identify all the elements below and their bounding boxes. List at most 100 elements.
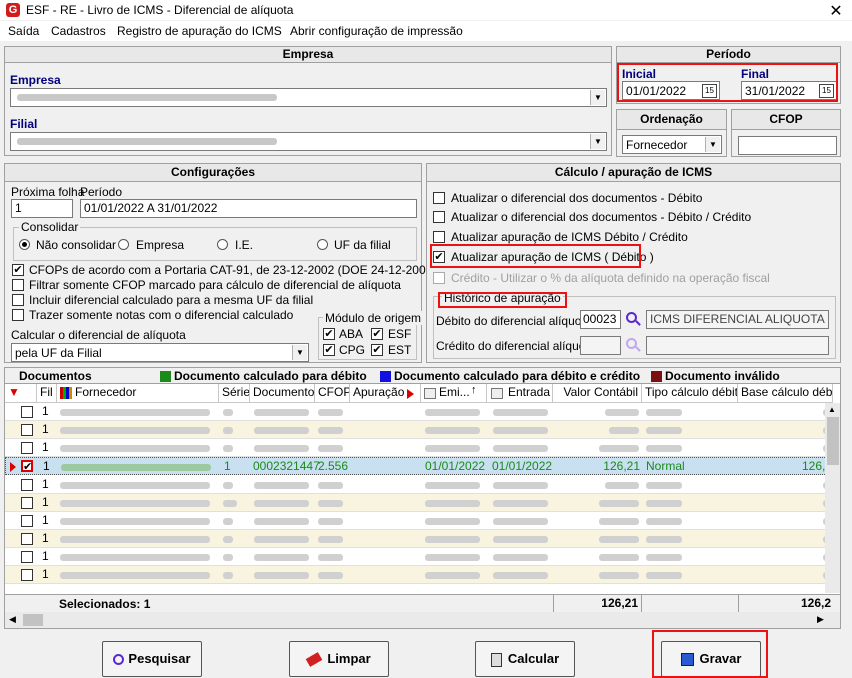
chevron-down-icon[interactable]: ▼ xyxy=(590,134,605,149)
col-cfop[interactable]: CFOP xyxy=(315,384,350,402)
horizontal-scrollbar[interactable]: ◀ ▶ xyxy=(5,612,840,628)
empresa-select[interactable]: ▼ xyxy=(10,88,607,107)
cfop-input[interactable] xyxy=(738,136,837,155)
periodo-header: Período xyxy=(617,47,840,63)
radio-empresa[interactable] xyxy=(118,239,129,250)
configuracoes-panel: Configurações Próxima folha 1 Período 01… xyxy=(4,163,436,363)
cfop-panel: CFOP xyxy=(731,109,841,157)
check-filtrar-cfop[interactable] xyxy=(12,279,24,291)
check-trazer-somente[interactable] xyxy=(12,309,24,321)
search-icon xyxy=(113,654,125,666)
calculator-icon xyxy=(490,652,502,667)
limpar-label: Limpar xyxy=(327,651,371,666)
eraser-icon xyxy=(306,652,323,667)
row-checkbox[interactable] xyxy=(21,497,33,509)
chevron-down-icon[interactable]: ▼ xyxy=(292,345,307,360)
check-aba-label: ABA xyxy=(339,327,364,341)
calcular-button[interactable]: Calcular xyxy=(475,641,575,677)
menu-cadastros[interactable]: Cadastros xyxy=(51,24,106,38)
vertical-scrollbar[interactable]: ▲ xyxy=(825,403,840,593)
scroll-up-icon[interactable]: ▲ xyxy=(828,405,836,414)
check-atualizar-debito-credito[interactable] xyxy=(433,211,445,223)
table-row[interactable]: 1 xyxy=(5,421,833,439)
chevron-down-icon[interactable]: ▼ xyxy=(705,137,720,152)
row-checkbox[interactable] xyxy=(21,551,33,563)
filial-select[interactable]: ▼ xyxy=(10,132,607,151)
total-base: 126,2 xyxy=(738,595,831,612)
table-row[interactable]: 1 xyxy=(5,512,833,530)
row-fil: 1 xyxy=(42,531,49,545)
check-aba[interactable]: ✔ xyxy=(323,328,335,340)
sort-icon: ↑ xyxy=(471,384,477,396)
menu-saida[interactable]: Saída xyxy=(8,24,39,38)
check-incluir-diferencial[interactable] xyxy=(12,294,24,306)
row-serie: 1 xyxy=(224,459,231,473)
calcular-diferencial-select[interactable]: pela UF da Filial ▼ xyxy=(11,343,309,362)
col-documento[interactable]: Documento xyxy=(250,384,315,402)
col-serie[interactable]: Série xyxy=(219,384,250,402)
periodo-highlight xyxy=(617,63,838,102)
color-filter-icon[interactable] xyxy=(60,387,72,399)
radio-uf-filial[interactable] xyxy=(317,239,328,250)
row-checkbox[interactable] xyxy=(21,533,33,545)
check-est[interactable]: ✔ xyxy=(371,344,383,356)
periodo-config-input[interactable]: 01/01/2022 A 31/01/2022 xyxy=(80,199,417,218)
grid-header: ▼ Fil Fornecedor Série Documento CFOP Ap… xyxy=(5,384,833,403)
check-esf[interactable]: ✔ xyxy=(371,328,383,340)
col-tipo-calculo[interactable]: Tipo cálculo débito xyxy=(642,384,738,402)
row-checkbox[interactable] xyxy=(21,479,33,491)
check-cat91[interactable]: ✔ xyxy=(12,264,24,276)
table-row[interactable]: 1 xyxy=(5,548,833,566)
check-atualizar-debito-label: Atualizar o diferencial dos documentos -… xyxy=(451,191,703,205)
row-checkbox[interactable] xyxy=(21,406,33,418)
scroll-left-icon[interactable]: ◀ xyxy=(9,614,16,625)
row-checkbox-selected[interactable]: ✔ xyxy=(21,460,33,473)
scrollbar-thumb[interactable] xyxy=(827,417,839,465)
table-row[interactable]: 1 xyxy=(5,439,833,457)
radio-ie[interactable] xyxy=(217,239,228,250)
table-row[interactable]: 1 xyxy=(5,530,833,548)
table-row[interactable]: 1 xyxy=(5,403,833,421)
col-fornecedor[interactable]: Fornecedor xyxy=(57,384,219,402)
credito-code-input[interactable] xyxy=(580,336,621,355)
chevron-down-icon[interactable]: ▼ xyxy=(590,90,605,105)
ordenacao-select[interactable]: Fornecedor ▼ xyxy=(622,135,722,154)
hscroll-thumb[interactable] xyxy=(23,614,43,626)
debito-diferencial-label: Débito do diferencial alíquota xyxy=(436,314,592,328)
col-valor-contabil[interactable]: Valor Contábil xyxy=(553,384,642,402)
radio-nao-consolidar[interactable] xyxy=(19,239,30,250)
proxima-folha-input[interactable]: 1 xyxy=(11,199,73,218)
row-checkbox[interactable] xyxy=(21,515,33,527)
col-base-calculo[interactable]: Base cálculo débi xyxy=(738,384,833,402)
row-checkbox[interactable] xyxy=(21,442,33,454)
row-tipo: Normal xyxy=(646,459,685,473)
check-est-label: EST xyxy=(388,343,412,357)
row-selector-icon[interactable]: ▼ xyxy=(5,384,37,402)
check-apuracao-debito-credito[interactable] xyxy=(433,231,445,243)
cfop-header: CFOP xyxy=(732,110,840,130)
debito-code-input[interactable]: 00023 xyxy=(580,310,621,329)
scroll-right-icon[interactable]: ▶ xyxy=(817,614,824,625)
check-cpg[interactable]: ✔ xyxy=(323,344,335,356)
pesquisar-button[interactable]: Pesquisar xyxy=(102,641,202,677)
row-checkbox[interactable] xyxy=(21,569,33,581)
close-icon[interactable]: ✕ xyxy=(826,1,846,21)
table-row[interactable]: 1 xyxy=(5,476,833,494)
table-row[interactable]: 1 xyxy=(5,566,833,584)
limpar-button[interactable]: Limpar xyxy=(289,641,389,677)
menu-registro-apuracao[interactable]: Registro de apuração do ICMS xyxy=(117,24,282,38)
check-atualizar-debito[interactable] xyxy=(433,192,445,204)
col-fil[interactable]: Fil xyxy=(37,384,57,402)
check-credito-aliquota xyxy=(433,272,445,284)
table-row[interactable]: 1 xyxy=(5,494,833,512)
row-fil: 1 xyxy=(42,477,49,491)
menu-abrir-configuracao[interactable]: Abrir configuração de impressão xyxy=(290,24,463,38)
documentos-bar: Documentos Documento calculado para débi… xyxy=(4,367,841,383)
row-checkbox[interactable] xyxy=(21,424,33,436)
legend-invalido-swatch xyxy=(651,371,662,382)
calculo-panel: Cálculo / apuração de ICMS Atualizar o d… xyxy=(426,163,841,363)
title-bar: G ESF - RE - Livro de ICMS - Diferencial… xyxy=(0,0,852,20)
check-cpg-label: CPG xyxy=(339,343,366,357)
row-cfop: 2.556 xyxy=(318,459,349,473)
table-row-selected[interactable]: ✔ 1 1 0002321447 2.556 01/01/2022 01/01/… xyxy=(5,457,833,475)
